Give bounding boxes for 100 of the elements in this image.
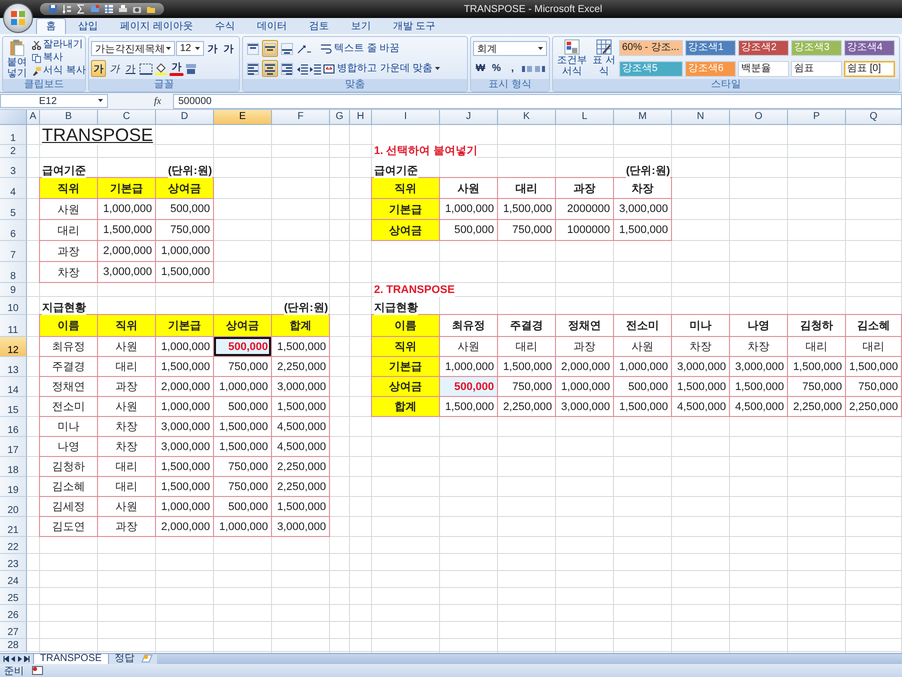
currency-button[interactable]: ₩ [473,60,488,77]
office-button[interactable] [3,3,33,33]
previous-sheet-icon[interactable] [10,656,16,662]
increase-indent-icon[interactable] [309,62,321,74]
bold-button[interactable]: 가 [91,60,106,77]
wrap-text-button[interactable]: 텍스트 줄 바꿈 [319,42,401,54]
horizontal-align-button[interactable] [262,60,278,77]
row-header[interactable]: 21 [0,517,27,537]
row-header[interactable]: 2 [0,145,27,158]
ribbon-tab[interactable]: 보기 [340,18,381,34]
row-header[interactable]: 28 [0,639,27,652]
ribbon-tab[interactable]: 삽입 [68,18,108,34]
sheet-tab[interactable]: TRANSPOSE [33,654,109,664]
row-header[interactable]: 25 [0,588,27,605]
vertical-align-button[interactable] [262,40,278,57]
decrease-indent-icon[interactable] [296,62,308,74]
grid-icon[interactable] [104,4,114,14]
row-header[interactable]: 8 [0,262,27,283]
column-header[interactable]: I [372,110,440,125]
row-header[interactable]: 1 [0,125,27,145]
shrink-font-button[interactable]: 가 [221,40,236,57]
row-header[interactable]: 20 [0,497,27,517]
row-header[interactable]: 22 [0,537,27,554]
text-orientation-icon[interactable] [296,42,312,54]
column-header[interactable]: N [672,110,730,125]
column-header[interactable]: O [730,110,788,125]
column-header[interactable]: Q [846,110,902,125]
cell-style[interactable]: 60% - 강조... [619,40,683,56]
print-icon[interactable] [118,4,128,14]
sort-icon[interactable] [62,4,72,14]
cell-style[interactable]: 백분율 [738,60,789,76]
row-header[interactable]: 5 [0,199,27,220]
font-color-button[interactable]: 가 [169,61,184,76]
borders-icon[interactable] [139,62,153,74]
row-header[interactable]: 14 [0,377,27,397]
column-header[interactable]: C [98,110,156,125]
insert-function-button[interactable]: fx [152,96,164,106]
ribbon-tab[interactable]: 홈 [36,18,66,34]
format-table-button[interactable]: 표 서식 [591,39,617,79]
row-header[interactable]: 24 [0,571,27,588]
camera-icon[interactable] [132,4,142,14]
save-icon[interactable] [48,4,58,14]
macro-record-icon[interactable] [32,666,43,675]
ribbon-tab[interactable]: 페이지 레이아웃 [110,18,203,34]
row-header[interactable]: 4 [0,178,27,199]
cell-style[interactable]: 쉼표 [0] [844,60,895,76]
row-header[interactable]: 7 [0,241,27,262]
row-header[interactable]: 17 [0,437,27,457]
horizontal-align-button[interactable] [279,60,295,77]
cell-style[interactable]: 강조색2 [738,40,789,56]
column-header[interactable]: K [498,110,556,125]
column-header[interactable]: M [614,110,672,125]
row-header[interactable]: 15 [0,397,27,417]
vertical-align-button[interactable] [245,40,261,57]
underline-button[interactable]: 가 [123,60,138,77]
clipboard-action[interactable]: 서식 복사 [31,65,87,77]
sheet-tab[interactable]: 정답 [108,654,141,664]
column-header[interactable]: B [40,110,98,125]
ribbon-tab[interactable]: 데이터 [246,18,297,34]
paste-button[interactable]: 붙여넣기 [5,39,29,79]
column-header[interactable]: P [788,110,846,125]
next-sheet-icon[interactable] [17,656,23,662]
italic-button[interactable]: 가 [107,60,122,77]
row-header[interactable]: 6 [0,220,27,241]
column-header[interactable]: D [156,110,214,125]
cell-style[interactable]: 쉼표 [791,60,842,76]
number-format-field[interactable]: 회계 [473,41,547,56]
column-header[interactable]: F [272,110,330,125]
vertical-align-button[interactable] [279,40,295,57]
first-sheet-icon[interactable] [3,656,9,662]
row-header[interactable]: 27 [0,622,27,639]
column-header[interactable]: G [330,110,350,125]
ribbon-tab[interactable]: 검토 [298,18,339,34]
clipboard-action[interactable]: 잘라내기 [31,39,87,51]
row-header[interactable]: 18 [0,457,27,477]
conditional-format-button[interactable]: 조건부 서식 [555,39,589,79]
row-header[interactable]: 3 [0,158,27,178]
row-header[interactable]: 12 [0,337,27,357]
cell-style[interactable]: 강조색1 [685,40,736,56]
row-header[interactable]: 23 [0,554,27,571]
grow-font-button[interactable]: 가 [205,40,220,57]
horizontal-align-button[interactable] [245,60,261,77]
row-header[interactable]: 9 [0,283,27,297]
folder-icon[interactable] [146,4,156,14]
ribbon-tab[interactable]: 개발 도구 [382,18,446,34]
comma-button[interactable]: , [505,60,520,77]
row-header[interactable]: 16 [0,417,27,437]
row-header[interactable]: 11 [0,315,27,337]
sum-icon[interactable] [76,4,86,14]
horizontal-scrollbar[interactable] [156,654,902,664]
column-header[interactable]: L [556,110,614,125]
row-header[interactable]: 10 [0,297,27,315]
font-name-field[interactable]: 가는각진제목체 [91,41,175,56]
row-header[interactable]: 26 [0,605,27,622]
ribbon-tab[interactable]: 수식 [204,18,245,34]
name-box[interactable]: E12 [0,94,108,108]
last-sheet-icon[interactable] [24,656,30,662]
clipboard-action[interactable]: 복사 [31,52,87,64]
font-size-field[interactable]: 12 [176,41,204,56]
row-header[interactable]: 19 [0,477,27,497]
